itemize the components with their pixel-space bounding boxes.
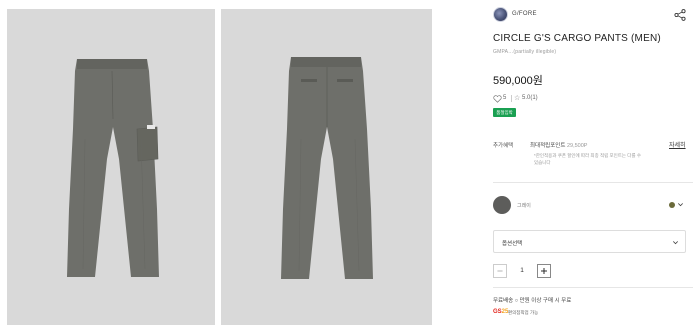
benefit-label: 추가혜택 bbox=[493, 143, 514, 149]
partner-logo-main: GS bbox=[493, 309, 502, 315]
like-count: 5 bbox=[503, 95, 507, 101]
product-image-front[interactable] bbox=[7, 9, 215, 325]
brand-row[interactable]: G/FORE bbox=[493, 7, 693, 23]
partner-text: 편의점픽업 가능 bbox=[508, 310, 539, 315]
product-info-panel: G/FORE CIRCLE G'S CARGO PANTS (MEN) GMPA… bbox=[493, 0, 700, 330]
product-sku: GMPA…(partially illegible) bbox=[493, 49, 557, 55]
product-title: CIRCLE G'S CARGO PANTS (MEN) bbox=[493, 33, 661, 44]
product-stats: 5 ☆ 5.0(1) bbox=[493, 94, 573, 104]
brand-name[interactable]: G/FORE bbox=[512, 11, 537, 17]
product-gallery bbox=[0, 0, 460, 330]
stats-divider bbox=[511, 95, 512, 102]
quantity-stepper: 1 bbox=[493, 264, 553, 278]
divider bbox=[493, 287, 693, 288]
divider bbox=[493, 182, 693, 183]
color-name: 그레이 bbox=[517, 203, 531, 209]
color-option-row[interactable]: 그레이 bbox=[493, 196, 693, 216]
shipping-info: 무료배송 ○ 만원 이상 구매 시 무료 bbox=[493, 298, 572, 304]
partner-logo: GS25 bbox=[493, 309, 508, 315]
quantity-value[interactable]: 1 bbox=[515, 267, 529, 274]
option-select[interactable]: 옵션선택 bbox=[493, 230, 686, 253]
pants-back-illustration bbox=[281, 57, 373, 279]
product-price: 590,000원 bbox=[493, 75, 543, 87]
pants-front-illustration bbox=[67, 59, 159, 277]
benefit-detail-link[interactable]: 자세히 bbox=[669, 140, 686, 149]
decrease-quantity-button[interactable] bbox=[493, 264, 507, 278]
status-badge: 품절임박 bbox=[493, 108, 516, 117]
option-select-placeholder: 옵션선택 bbox=[502, 241, 523, 247]
points-value: 29,500P bbox=[566, 143, 588, 149]
partner-pickup: GS25 편의점픽업 가능 bbox=[493, 309, 613, 318]
selected-color-dot bbox=[669, 202, 675, 208]
benefit-points: 최대적립포인트 29,500P bbox=[530, 141, 587, 149]
points-label: 최대적립포인트 bbox=[530, 143, 566, 149]
color-swatch[interactable] bbox=[493, 196, 511, 214]
product-image-back[interactable] bbox=[221, 9, 432, 325]
benefit-note: *한인적용과 쿠폰 할인에 따라 최종 적립 포인트는 다를 수 있습니다 bbox=[534, 153, 641, 165]
increase-quantity-button[interactable] bbox=[537, 264, 551, 278]
share-icon[interactable] bbox=[674, 9, 686, 21]
minus-icon bbox=[497, 270, 503, 272]
rating-value[interactable]: 5.0(1) bbox=[522, 95, 538, 101]
brand-logo[interactable] bbox=[493, 7, 508, 22]
heart-icon[interactable] bbox=[493, 95, 502, 103]
star-icon: ☆ bbox=[514, 95, 521, 102]
plus-icon bbox=[541, 268, 547, 274]
chevron-down-icon[interactable] bbox=[677, 201, 684, 208]
chevron-down-icon bbox=[673, 241, 678, 245]
